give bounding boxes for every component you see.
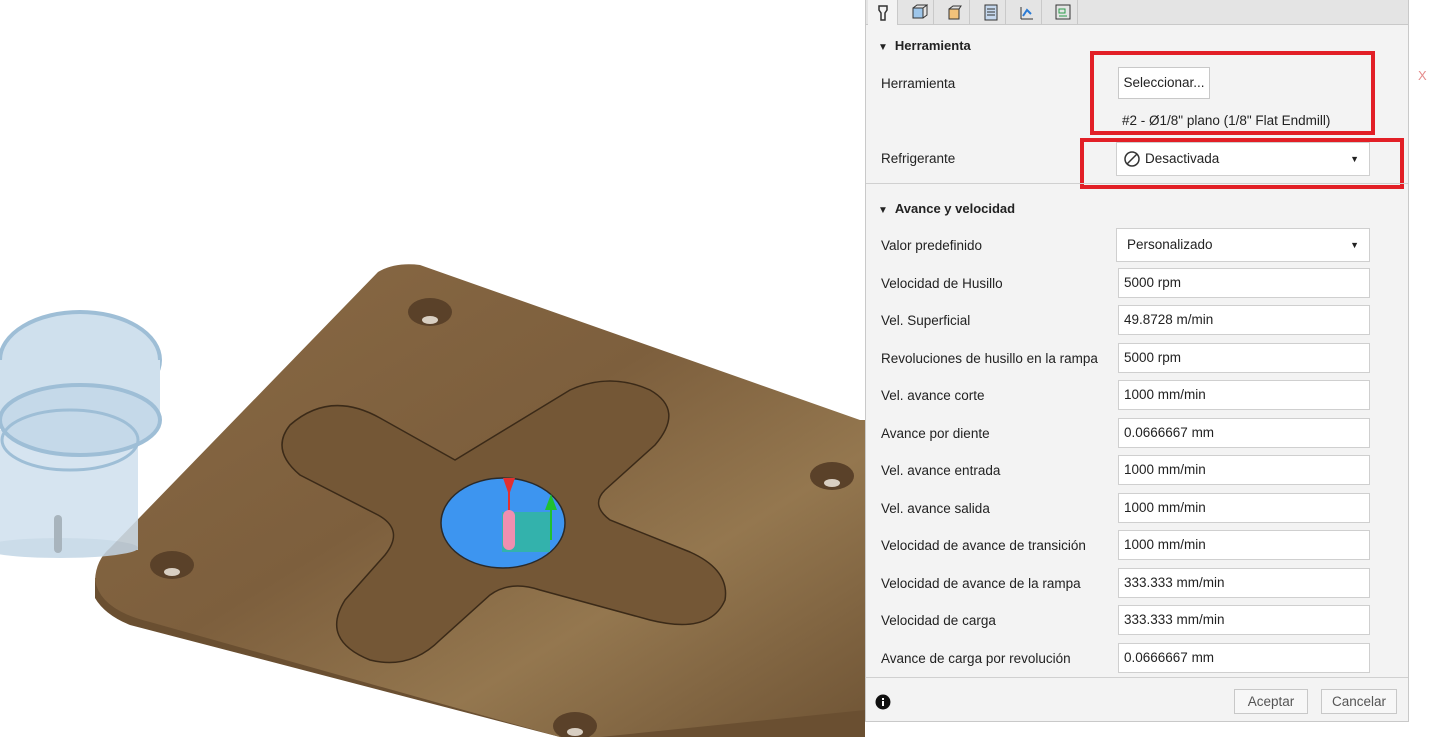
- mount-hole: [810, 462, 854, 490]
- tool-section-title: Herramienta: [894, 38, 971, 53]
- chevron-down-icon: ▼: [1350, 240, 1359, 250]
- footer-divider: [866, 677, 1408, 678]
- feed-per-tooth-input[interactable]: 0.0666667 mm: [1118, 418, 1370, 448]
- highlight-box-tool: [1090, 51, 1375, 135]
- 3d-viewport[interactable]: [0, 0, 865, 737]
- collapse-triangle-icon: ▼: [878, 42, 888, 53]
- lead-in-feedrate-input[interactable]: 1000 mm/min: [1118, 455, 1370, 485]
- cancel-button[interactable]: Cancelar: [1321, 689, 1397, 714]
- feed-per-tooth-label: Avance por diente: [881, 426, 990, 441]
- tool-section-header[interactable]: ▼ Herramienta: [878, 38, 971, 53]
- preset-select[interactable]: Personalizado ▼: [1116, 228, 1370, 262]
- dialog-tabbar: [866, 0, 1408, 25]
- passes-icon: [984, 4, 997, 21]
- tab-post[interactable]: [1048, 0, 1078, 24]
- transition-feedrate-label: Velocidad de avance de transición: [881, 538, 1086, 553]
- ramp-spindle-speed-label: Revoluciones de husillo en la rampa: [881, 351, 1098, 366]
- plunge-feedrate-input[interactable]: 333.333 mm/min: [1118, 605, 1370, 635]
- tool-icon: [877, 4, 888, 21]
- tab-geometry[interactable]: [904, 0, 934, 24]
- tool-label: Herramienta: [881, 76, 956, 91]
- preset-label: Valor predefinido: [881, 238, 983, 253]
- preset-value: Personalizado: [1127, 237, 1213, 252]
- lead-in-feedrate-label: Vel. avance entrada: [881, 463, 1001, 478]
- stock-cylinder: [0, 310, 162, 558]
- section-divider: [866, 183, 1408, 184]
- view-cube-axis-x[interactable]: X: [1418, 68, 1427, 83]
- tab-tool[interactable]: [868, 0, 898, 25]
- highlight-box-coolant: [1080, 138, 1404, 189]
- feed-section-title: Avance y velocidad: [894, 201, 1016, 216]
- spindle-speed-label: Velocidad de Husillo: [881, 276, 1003, 291]
- plunge-per-rev-input[interactable]: 0.0666667 mm: [1118, 643, 1370, 673]
- ramp-spindle-speed-input[interactable]: 5000 rpm: [1118, 343, 1370, 373]
- ramp-feedrate-input[interactable]: 333.333 mm/min: [1118, 568, 1370, 598]
- tab-heights[interactable]: [940, 0, 970, 24]
- mount-hole: [150, 551, 194, 579]
- cutting-feedrate-input[interactable]: 1000 mm/min: [1118, 380, 1370, 410]
- tab-passes[interactable]: [976, 0, 1006, 24]
- lead-out-feedrate-input[interactable]: 1000 mm/min: [1118, 493, 1370, 523]
- linking-icon: [1020, 7, 1033, 20]
- plunge-per-rev-label: Avance de carga por revolución: [881, 651, 1071, 666]
- transition-feedrate-input[interactable]: 1000 mm/min: [1118, 530, 1370, 560]
- tool-preview: [503, 510, 515, 550]
- coolant-label: Refrigerante: [881, 151, 956, 166]
- ramp-feedrate-label: Velocidad de avance de la rampa: [881, 576, 1081, 591]
- mount-hole: [408, 298, 452, 326]
- lead-out-feedrate-label: Vel. avance salida: [881, 501, 990, 516]
- operation-dialog: ▼ Herramienta Herramienta Seleccionar... …: [865, 0, 1409, 722]
- spindle-speed-input[interactable]: 5000 rpm: [1118, 268, 1370, 298]
- tab-linking[interactable]: [1012, 0, 1042, 24]
- cutting-feedrate-label: Vel. avance corte: [881, 388, 985, 403]
- collapse-triangle-icon: ▼: [878, 205, 888, 216]
- heights-icon: [948, 5, 962, 20]
- model-canvas[interactable]: [0, 0, 865, 737]
- surface-speed-input[interactable]: 49.8728 m/min: [1118, 305, 1370, 335]
- feed-section-header[interactable]: ▼ Avance y velocidad: [878, 201, 1015, 216]
- post-icon: [1055, 4, 1070, 20]
- info-icon[interactable]: [875, 694, 891, 710]
- plunge-feedrate-label: Velocidad de carga: [881, 613, 996, 628]
- ok-button[interactable]: Aceptar: [1234, 689, 1308, 714]
- geometry-icon: [912, 4, 928, 19]
- surface-speed-label: Vel. Superficial: [881, 313, 971, 328]
